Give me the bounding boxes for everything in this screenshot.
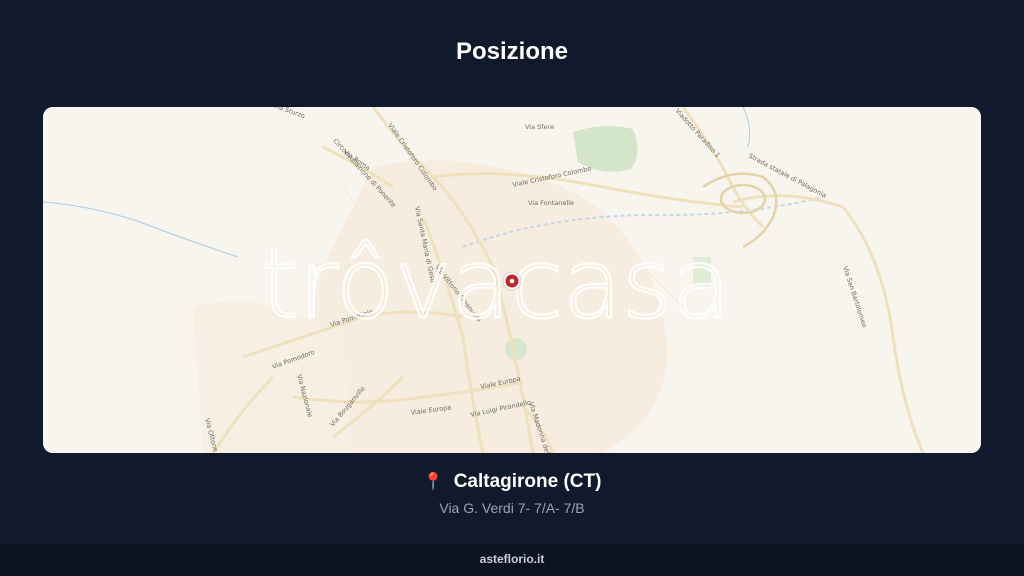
map-canvas[interactable]: Viale Cristoforo Colombo Viale Cristofor… (43, 107, 981, 453)
label-via-fontanelle: Via Fontanelle (528, 199, 574, 207)
map[interactable]: Viale Cristoforo Colombo Viale Cristofor… (43, 107, 981, 453)
footer: asteflorio.it (0, 544, 1024, 576)
address: Via G. Verdi 7- 7/A- 7/B (439, 500, 585, 516)
page-title: Posizione (455, 38, 569, 65)
label-via-sfere: Via Sfere (525, 123, 554, 131)
location-pin-icon[interactable] (502, 271, 522, 291)
footer-site[interactable]: asteflorio.it (480, 552, 545, 566)
city-name: Caltagirone (CT) (453, 471, 602, 492)
map-pin-icon: 📍 (422, 472, 444, 491)
watermark-logo: trôvacasa (261, 228, 731, 340)
location-title: 📍 Caltagirone (CT) (0, 471, 1024, 493)
